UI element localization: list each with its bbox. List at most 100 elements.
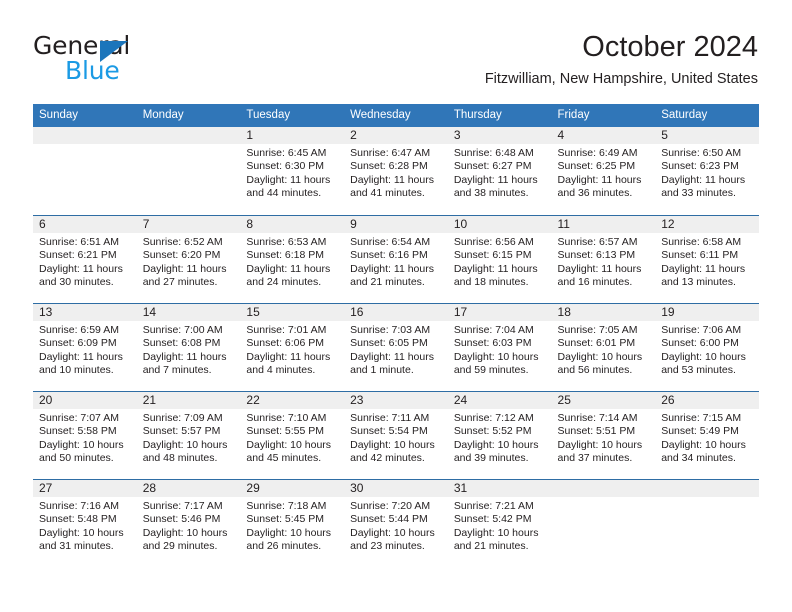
day-sun-info: Sunrise: 6:53 AM Sunset: 6:18 PM Daylight:… bbox=[240, 233, 344, 290]
day-sun-info: Sunrise: 7:07 AM Sunset: 5:58 PM Daylight:… bbox=[33, 409, 137, 466]
sunset-text: Sunset: 6:00 PM bbox=[661, 337, 739, 350]
daylight-text: Daylight: 10 hours and 34 minutes. bbox=[661, 438, 746, 465]
calendar-cell: 23 Sunrise: 7:11 AM Sunset: 5:54 PM Dayligh… bbox=[344, 391, 448, 479]
calendar-cell: 7 Sunrise: 6:52 AM Sunset: 6:20 PM Daylight… bbox=[136, 215, 241, 303]
calendar-day-cell[interactable]: 28 Sunrise: 7:17 AM Sunset: 5:46 PM Dayligh… bbox=[136, 479, 241, 567]
calendar-day-cell[interactable]: 25 Sunrise: 7:14 AM Sunset: 5:51 PM Dayligh… bbox=[551, 391, 656, 479]
daylight-text: Daylight: 11 hours and 44 minutes. bbox=[246, 173, 331, 200]
calendar-day-cell[interactable]: 13 Sunrise: 6:59 AM Sunset: 6:09 PM Dayligh… bbox=[33, 303, 137, 391]
calendar-cell: 5 Sunrise: 6:50 AM Sunset: 6:23 PM Daylight… bbox=[655, 127, 759, 215]
sunrise-text: Sunrise: 7:14 AM bbox=[557, 412, 638, 424]
calendar-cell: 13 Sunrise: 6:59 AM Sunset: 6:09 PM Dayligh… bbox=[33, 303, 137, 391]
calendar-day-cell[interactable]: 12 Sunrise: 6:58 AM Sunset: 6:11 PM Dayligh… bbox=[655, 215, 759, 303]
sunset-text: Sunset: 6:11 PM bbox=[661, 249, 739, 262]
day-number: 24 bbox=[447, 392, 552, 409]
calendar-cell: 31 Sunrise: 7:21 AM Sunset: 5:42 PM Dayligh… bbox=[447, 479, 552, 567]
calendar-day-cell[interactable]: 30 Sunrise: 7:20 AM Sunset: 5:44 PM Dayligh… bbox=[344, 479, 448, 567]
day-sun-info: Sunrise: 6:52 AM Sunset: 6:20 PM Daylight:… bbox=[137, 233, 241, 290]
sunrise-text: Sunrise: 6:49 AM bbox=[557, 147, 638, 159]
calendar-cell: 12 Sunrise: 6:58 AM Sunset: 6:11 PM Dayligh… bbox=[655, 215, 759, 303]
daylight-text: Daylight: 10 hours and 45 minutes. bbox=[246, 438, 332, 465]
sunrise-text: Sunrise: 7:21 AM bbox=[453, 500, 534, 512]
calendar-day-cell[interactable]: 6 Sunrise: 6:51 AM Sunset: 6:21 PM Daylight… bbox=[33, 215, 137, 303]
calendar-day-cell[interactable]: 17 Sunrise: 7:04 AM Sunset: 6:03 PM Dayligh… bbox=[447, 303, 552, 391]
page-title: October 2024 bbox=[582, 31, 758, 63]
sunset-text: Sunset: 5:48 PM bbox=[39, 513, 117, 526]
page-header: General Blue October 2024 Fitzwilliam, N… bbox=[0, 0, 792, 100]
sunrise-text: Sunrise: 6:51 AM bbox=[39, 236, 119, 248]
daylight-text: Daylight: 10 hours and 56 minutes. bbox=[557, 350, 643, 377]
sunrise-text: Sunrise: 7:12 AM bbox=[453, 412, 534, 424]
daylight-text: Daylight: 10 hours and 48 minutes. bbox=[142, 438, 228, 465]
calendar-cell: 21 Sunrise: 7:09 AM Sunset: 5:57 PM Dayligh… bbox=[136, 391, 241, 479]
sunset-text: Sunset: 5:45 PM bbox=[246, 513, 325, 526]
day-number: 20 bbox=[33, 392, 137, 409]
day-number: 10 bbox=[447, 216, 552, 233]
calendar-day-cell[interactable]: 31 Sunrise: 7:21 AM Sunset: 5:42 PM Dayligh… bbox=[447, 479, 552, 567]
calendar-day-cell[interactable]: 3 Sunrise: 6:48 AM Sunset: 6:27 PM Daylight… bbox=[447, 127, 552, 215]
daylight-text: Daylight: 11 hours and 30 minutes. bbox=[39, 262, 123, 289]
sunrise-text: Sunrise: 6:57 AM bbox=[557, 236, 638, 248]
calendar-day-cell[interactable]: 22 Sunrise: 7:10 AM Sunset: 5:55 PM Dayligh… bbox=[240, 391, 345, 479]
calendar-day-cell[interactable]: 24 Sunrise: 7:12 AM Sunset: 5:52 PM Dayligh… bbox=[447, 391, 552, 479]
day-sun-info: Sunrise: 7:15 AM Sunset: 5:49 PM Daylight:… bbox=[655, 409, 759, 466]
calendar-day-cell[interactable]: 1 Sunrise: 6:45 AM Sunset: 6:30 PM Daylight… bbox=[240, 127, 345, 215]
calendar-day-cell[interactable]: 5 Sunrise: 6:50 AM Sunset: 6:23 PM Daylight… bbox=[655, 127, 759, 215]
calendar-cell: 26 Sunrise: 7:15 AM Sunset: 5:49 PM Dayligh… bbox=[655, 391, 759, 479]
sunrise-text: Sunrise: 7:05 AM bbox=[557, 324, 638, 336]
day-number: 27 bbox=[33, 480, 137, 497]
calendar-cell: 29 Sunrise: 7:18 AM Sunset: 5:45 PM Dayligh… bbox=[240, 479, 345, 567]
weekday-header-thursday: Thursday bbox=[447, 104, 552, 127]
daylight-text: Daylight: 11 hours and 27 minutes. bbox=[142, 262, 227, 289]
calendar-cell: 30 Sunrise: 7:20 AM Sunset: 5:44 PM Dayligh… bbox=[344, 479, 448, 567]
daylight-text: Daylight: 10 hours and 42 minutes. bbox=[350, 438, 435, 465]
day-sun-info: Sunrise: 7:06 AM Sunset: 6:00 PM Daylight:… bbox=[655, 321, 759, 378]
calendar-cell: 4 Sunrise: 6:49 AM Sunset: 6:25 PM Daylight… bbox=[551, 127, 656, 215]
day-number: 29 bbox=[240, 480, 345, 497]
sunrise-text: Sunrise: 6:56 AM bbox=[453, 236, 534, 248]
calendar-day-cell[interactable]: 2 Sunrise: 6:47 AM Sunset: 6:28 PM Daylight… bbox=[344, 127, 448, 215]
sunrise-text: Sunrise: 6:53 AM bbox=[246, 236, 327, 248]
day-sun-info: Sunrise: 7:11 AM Sunset: 5:54 PM Daylight:… bbox=[344, 409, 448, 466]
weekday-header-tuesday: Tuesday bbox=[240, 104, 345, 127]
day-sun-info: Sunrise: 7:03 AM Sunset: 6:05 PM Daylight:… bbox=[344, 321, 448, 378]
day-sun-info: Sunrise: 7:21 AM Sunset: 5:42 PM Daylight:… bbox=[448, 497, 552, 554]
calendar-cell: 14 Sunrise: 7:00 AM Sunset: 6:08 PM Dayligh… bbox=[136, 303, 241, 391]
calendar-day-cell[interactable]: 26 Sunrise: 7:15 AM Sunset: 5:49 PM Dayligh… bbox=[655, 391, 759, 479]
calendar-cell: 9 Sunrise: 6:54 AM Sunset: 6:16 PM Daylight… bbox=[344, 215, 448, 303]
calendar-day-cell[interactable]: 19 Sunrise: 7:06 AM Sunset: 6:00 PM Dayligh… bbox=[655, 303, 759, 391]
sunset-text: Sunset: 5:58 PM bbox=[39, 425, 117, 438]
sunset-text: Sunset: 6:20 PM bbox=[142, 249, 221, 262]
sunrise-text: Sunrise: 7:20 AM bbox=[350, 500, 431, 512]
calendar-day-cell[interactable]: 11 Sunrise: 6:57 AM Sunset: 6:13 PM Dayligh… bbox=[551, 215, 656, 303]
day-sun-info: Sunrise: 7:17 AM Sunset: 5:46 PM Daylight:… bbox=[137, 497, 241, 554]
sunset-text: Sunset: 5:46 PM bbox=[142, 513, 221, 526]
calendar-day-cell[interactable]: 29 Sunrise: 7:18 AM Sunset: 5:45 PM Dayligh… bbox=[240, 479, 345, 567]
day-number: 26 bbox=[655, 392, 759, 409]
calendar-day-cell[interactable]: 10 Sunrise: 6:56 AM Sunset: 6:15 PM Dayligh… bbox=[447, 215, 552, 303]
calendar-cell: 17 Sunrise: 7:04 AM Sunset: 6:03 PM Dayligh… bbox=[447, 303, 552, 391]
calendar-day-cell[interactable]: 9 Sunrise: 6:54 AM Sunset: 6:16 PM Daylight… bbox=[344, 215, 448, 303]
calendar-day-cell[interactable]: 15 Sunrise: 7:01 AM Sunset: 6:06 PM Dayligh… bbox=[240, 303, 345, 391]
sunrise-text: Sunrise: 7:09 AM bbox=[142, 412, 223, 424]
daylight-text: Daylight: 10 hours and 59 minutes. bbox=[453, 350, 539, 377]
day-number: 25 bbox=[551, 392, 656, 409]
calendar-day-cell[interactable]: 27 Sunrise: 7:16 AM Sunset: 5:48 PM Dayligh… bbox=[33, 479, 137, 567]
calendar-cell: 18 Sunrise: 7:05 AM Sunset: 6:01 PM Dayligh… bbox=[551, 303, 656, 391]
calendar-day-cell[interactable]: 16 Sunrise: 7:03 AM Sunset: 6:05 PM Dayligh… bbox=[344, 303, 448, 391]
calendar-day-cell[interactable]: 8 Sunrise: 6:53 AM Sunset: 6:18 PM Daylight… bbox=[240, 215, 345, 303]
calendar-day-cell[interactable]: 23 Sunrise: 7:11 AM Sunset: 5:54 PM Dayligh… bbox=[344, 391, 448, 479]
sunset-text: Sunset: 6:05 PM bbox=[350, 337, 428, 350]
day-number: 22 bbox=[240, 392, 345, 409]
calendar-day-cell[interactable]: 14 Sunrise: 7:00 AM Sunset: 6:08 PM Dayligh… bbox=[136, 303, 241, 391]
calendar-day-cell[interactable]: 4 Sunrise: 6:49 AM Sunset: 6:25 PM Daylight… bbox=[551, 127, 656, 215]
daylight-text: Daylight: 10 hours and 39 minutes. bbox=[453, 438, 539, 465]
sunset-text: Sunset: 6:30 PM bbox=[246, 160, 325, 173]
day-number bbox=[551, 480, 656, 497]
calendar-day-cell[interactable]: 18 Sunrise: 7:05 AM Sunset: 6:01 PM Dayligh… bbox=[551, 303, 656, 391]
calendar-day-cell[interactable]: 7 Sunrise: 6:52 AM Sunset: 6:20 PM Daylight… bbox=[136, 215, 241, 303]
day-sun-info: Sunrise: 6:50 AM Sunset: 6:23 PM Daylight:… bbox=[655, 144, 759, 201]
daylight-text: Daylight: 11 hours and 18 minutes. bbox=[453, 262, 538, 289]
calendar-day-cell[interactable]: 21 Sunrise: 7:09 AM Sunset: 5:57 PM Dayligh… bbox=[136, 391, 241, 479]
calendar-day-cell[interactable]: 20 Sunrise: 7:07 AM Sunset: 5:58 PM Dayligh… bbox=[33, 391, 137, 479]
